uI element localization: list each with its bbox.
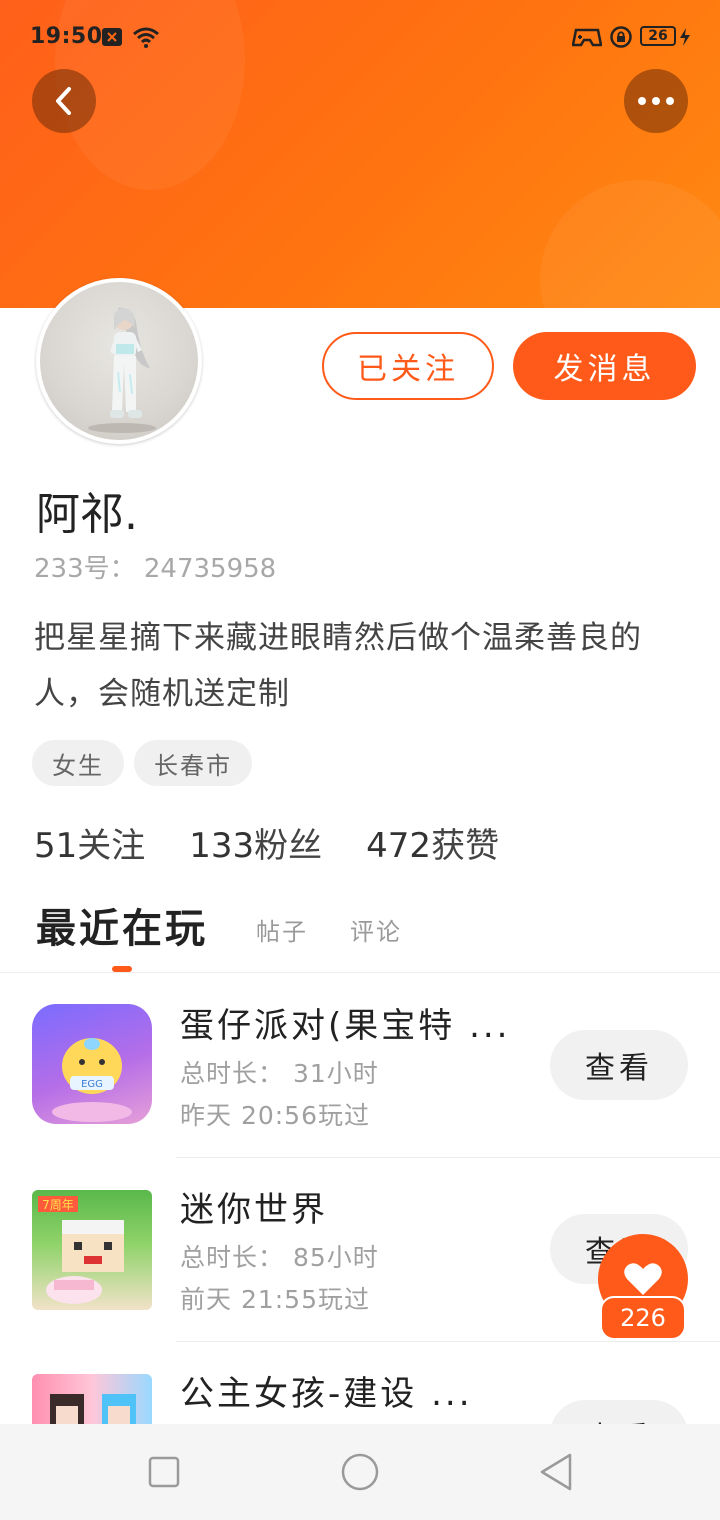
system-nav-bar <box>0 1424 720 1520</box>
tag-city: 长春市 <box>134 740 252 786</box>
game-title: 迷你世界 <box>180 1190 328 1230</box>
stat-likes-count: 472 <box>366 826 432 866</box>
eggy-character-icon: EGG <box>52 1038 132 1122</box>
lock-icon <box>610 26 632 48</box>
tab-posts[interactable]: 帖子 <box>256 912 308 947</box>
mini-world-character-icon: 7周年 <box>38 1196 124 1304</box>
game-last-played: 昨天 20:56玩过 <box>180 1101 370 1130</box>
tab-recently-played[interactable]: 最近在玩 <box>36 896 208 954</box>
stat-following-count: 51 <box>34 826 78 866</box>
stats-row: 51关注 133粉丝 472获赞 <box>34 818 499 867</box>
status-bar: 19:50 26 <box>0 0 720 72</box>
heart-icon <box>624 1263 662 1295</box>
like-count-badge: 226 <box>600 1296 686 1340</box>
game-icon-princess-girl <box>32 1374 152 1424</box>
game-icon-mini-world: 7周年 <box>32 1190 152 1310</box>
recents-square-icon[interactable] <box>148 1456 180 1488</box>
charging-icon <box>680 28 690 46</box>
notification-x-icon <box>102 28 122 46</box>
stat-likes[interactable]: 472获赞 <box>366 818 499 867</box>
stat-following[interactable]: 51关注 <box>34 818 145 867</box>
stat-following-label: 关注 <box>77 826 146 866</box>
followed-button[interactable]: 已关注 <box>322 332 494 400</box>
game-title: 蛋仔派对(果宝特 ... <box>180 1006 511 1046</box>
view-button[interactable]: 查看 <box>550 1030 688 1100</box>
avatar-image <box>40 282 198 440</box>
svg-text:7周年: 7周年 <box>42 1198 74 1212</box>
tab-comments[interactable]: 评论 <box>350 912 402 947</box>
princess-character-icon <box>50 1394 136 1424</box>
avatar-figure-icon <box>88 307 156 433</box>
status-time: 19:50 <box>30 24 103 49</box>
game-last-played: 前天 21:55玩过 <box>180 1285 370 1314</box>
game-title: 公主女孩-建设 ... <box>180 1374 473 1414</box>
back-triangle-icon[interactable] <box>538 1452 574 1492</box>
user-name: 阿祁. <box>36 489 138 540</box>
banner-decoration <box>540 180 720 308</box>
tab-divider <box>0 972 720 973</box>
stat-fans-label: 粉丝 <box>254 826 323 866</box>
tag-gender: 女生 <box>32 740 124 786</box>
gamepad-icon <box>572 28 602 47</box>
game-icon-eggy-party: EGG <box>32 1004 152 1124</box>
game-row[interactable]: 公主女孩-建设 ... 查看 <box>0 1342 720 1424</box>
avatar[interactable] <box>36 278 202 444</box>
user-id: 233号： 24735958 <box>34 554 277 584</box>
view-button[interactable]: 查看 <box>550 1400 688 1424</box>
send-message-button[interactable]: 发消息 <box>513 332 696 400</box>
more-button[interactable] <box>624 69 688 133</box>
stat-fans-count: 133 <box>189 826 255 866</box>
wifi-icon <box>133 27 159 48</box>
user-bio: 把星星摘下来藏进眼睛然后做个温柔善良的人，会随机送定制 <box>34 620 642 712</box>
svg-text:EGG: EGG <box>81 1079 103 1090</box>
game-duration: 总时长： 31小时 <box>180 1059 379 1088</box>
more-dots-icon <box>638 97 674 105</box>
home-circle-icon[interactable] <box>340 1452 380 1492</box>
game-row[interactable]: EGG 蛋仔派对(果宝特 ... 总时长： 31小时 昨天 20:56玩过 查看 <box>0 974 720 1158</box>
stat-fans[interactable]: 133粉丝 <box>189 818 322 867</box>
stat-likes-label: 获赞 <box>431 826 500 866</box>
chevron-left-icon <box>56 87 71 115</box>
back-button[interactable] <box>32 69 96 133</box>
game-duration: 总时长： 85小时 <box>180 1243 379 1272</box>
battery-icon: 26 <box>640 26 676 46</box>
